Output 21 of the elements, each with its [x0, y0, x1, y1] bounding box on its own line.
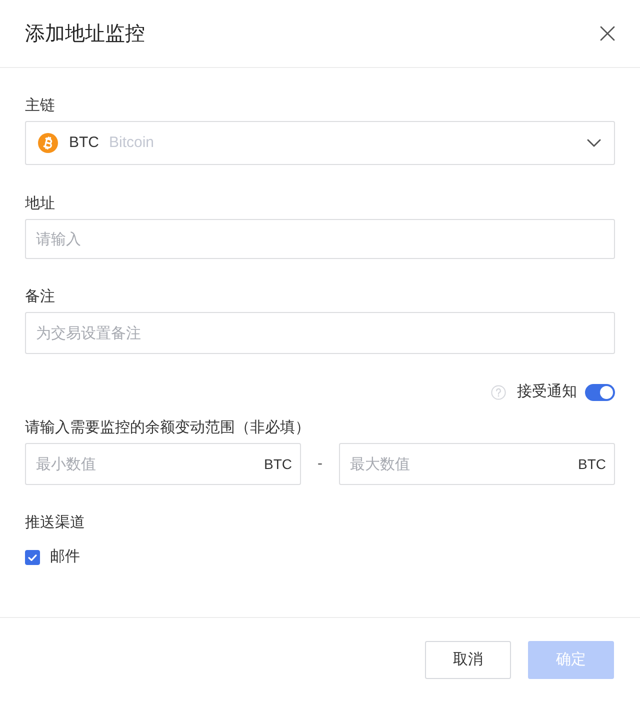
- note-field[interactable]: 为交易设置备注: [25, 312, 615, 354]
- chain-label: 主链: [25, 96, 55, 116]
- checkbox[interactable]: [25, 550, 40, 564]
- chain-select[interactable]: BTC Bitcoin: [25, 121, 615, 165]
- close-icon: [600, 26, 615, 41]
- range-label: 请输入需要监控的余额变动范围（非必填）: [25, 418, 310, 438]
- notify-toggle[interactable]: [585, 384, 615, 400]
- notify-label: 接受通知: [517, 382, 577, 402]
- checkbox-label: 邮件: [50, 546, 80, 567]
- chevron-down-icon: [587, 139, 601, 147]
- dialog-title: 添加地址监控: [25, 22, 145, 46]
- address-field[interactable]: 请输入: [25, 219, 615, 259]
- currency-unit: BTC: [264, 455, 292, 473]
- close-button[interactable]: [600, 26, 615, 41]
- address-label: 地址: [25, 194, 55, 214]
- cancel-button[interactable]: 取消: [425, 641, 511, 679]
- channels-label: 推送渠道: [25, 513, 85, 533]
- bitcoin-coin-icon: [38, 133, 58, 153]
- note-label: 备注: [25, 287, 55, 307]
- range-separator: -: [316, 454, 324, 474]
- currency-unit: BTC: [578, 455, 606, 473]
